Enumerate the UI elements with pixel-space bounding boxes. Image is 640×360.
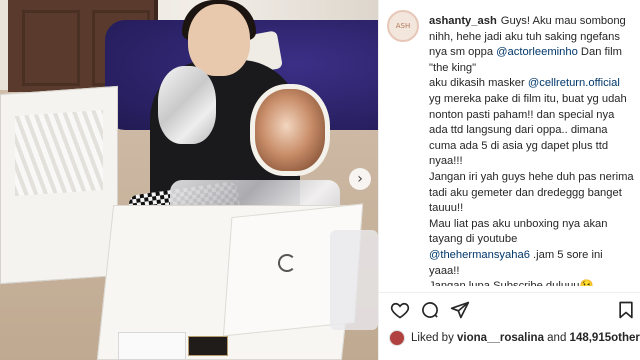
likes-middle: and	[543, 332, 570, 344]
likes-suffix[interactable]: others	[611, 332, 640, 344]
liker-username[interactable]: viona__rosalina	[457, 332, 544, 344]
post-header: ASH	[387, 10, 419, 42]
comment-icon[interactable]	[419, 299, 441, 321]
divider	[379, 292, 640, 293]
paper-plane-icon[interactable]	[449, 299, 471, 321]
mention-cellreturn[interactable]: @cellreturn.official	[528, 77, 620, 89]
photo-small-box	[118, 332, 186, 360]
action-bar	[389, 299, 637, 321]
likes-prefix: Liked by	[411, 332, 458, 344]
caption-username[interactable]: ashanty_ash	[429, 15, 497, 27]
caption-text: yg mereka pake di film itu, buat yg udah…	[429, 92, 634, 246]
mention-thehermansyaha6[interactable]: @thehermansyaha6	[429, 249, 530, 261]
avatar-label: ASH	[395, 22, 411, 30]
post-photo[interactable]: ›	[0, 0, 378, 360]
photo-silver-mask	[158, 66, 216, 144]
avatar[interactable]	[389, 330, 405, 346]
chevron-right-icon[interactable]: ›	[349, 168, 371, 190]
photo-open-box	[0, 85, 118, 285]
bookmark-icon[interactable]	[615, 299, 637, 321]
avatar[interactable]: ASH	[387, 10, 419, 42]
photo-wrapped-item	[330, 230, 378, 330]
likes-line: Liked by viona__rosalina and 148,915 oth…	[389, 328, 640, 348]
post-side-panel: ASH ashanty_ash Guys! Aku mau sombong nih…	[378, 0, 640, 360]
post-caption: ashanty_ash Guys! Aku mau sombong nihh, h…	[429, 14, 635, 286]
photo-gold-mask	[250, 84, 330, 176]
photo-black-card	[188, 336, 228, 356]
photo-brand-logo	[278, 254, 296, 272]
photo-person-face	[188, 4, 250, 76]
mention-actorleeminho[interactable]: @actorleeminho	[496, 46, 578, 58]
heart-icon[interactable]	[389, 299, 411, 321]
likes-count[interactable]: 148,915	[570, 332, 612, 344]
